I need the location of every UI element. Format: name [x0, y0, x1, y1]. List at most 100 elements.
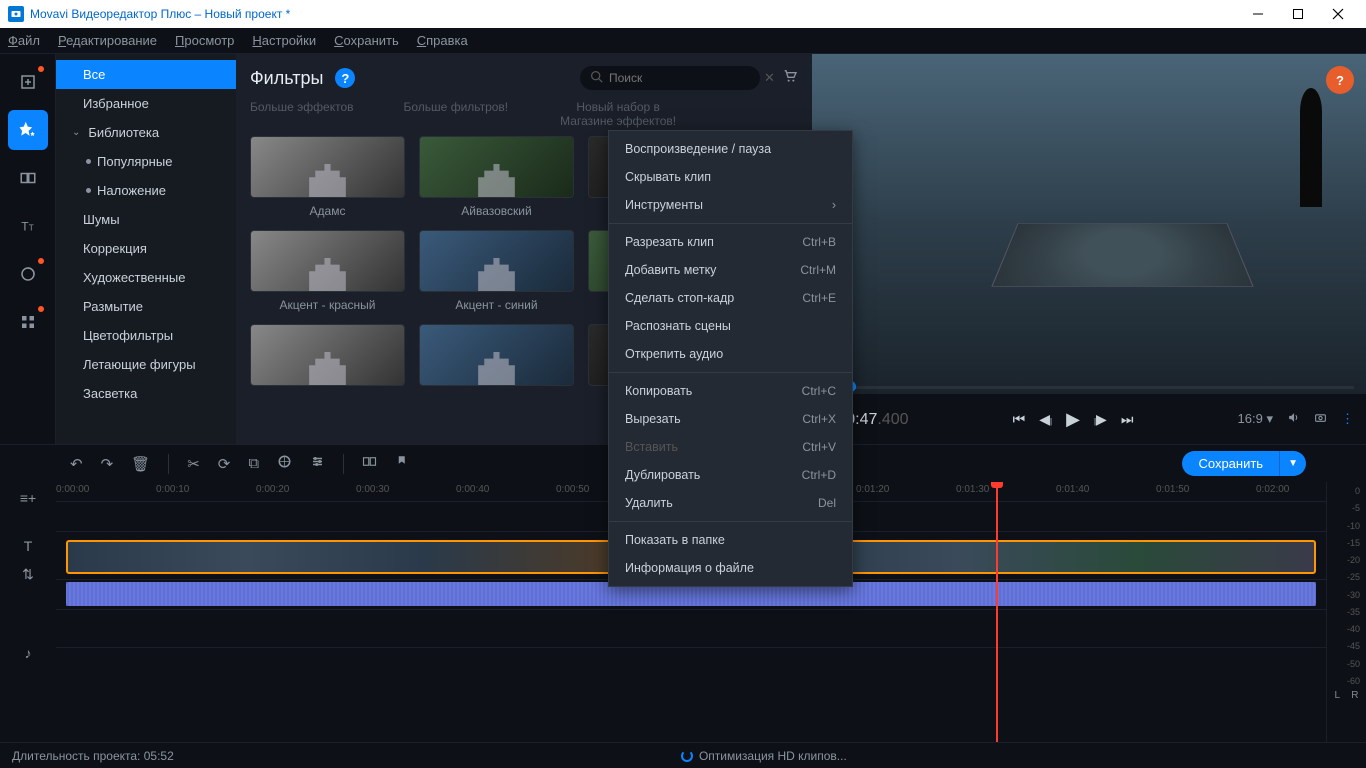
preview-video[interactable]: ? [812, 54, 1366, 394]
meter-level: -25 [1329, 572, 1360, 582]
context-menu-item[interactable]: УдалитьDel [609, 489, 852, 517]
filter-card[interactable]: Акцент - красный [250, 230, 405, 312]
category-item[interactable]: Коррекция [56, 234, 236, 263]
meter-level: -40 [1329, 624, 1360, 634]
category-item[interactable]: Все [56, 60, 236, 89]
window-close-button[interactable] [1318, 0, 1358, 28]
playhead[interactable] [996, 482, 998, 742]
undo-button[interactable]: ↶ [70, 455, 83, 473]
context-menu-item[interactable]: Скрывать клип [609, 163, 852, 191]
rail-titles-button[interactable]: TT [8, 206, 48, 246]
category-item[interactable]: ⌄Библиотека [56, 118, 236, 147]
context-menu-item[interactable]: Показать в папке [609, 526, 852, 554]
menu-item[interactable]: Справка [417, 33, 468, 48]
window-minimize-button[interactable] [1238, 0, 1278, 28]
status-message: Оптимизация HD клипов... [699, 749, 847, 763]
window-maximize-button[interactable] [1278, 0, 1318, 28]
cut-button[interactable]: ✂ [187, 455, 200, 473]
filter-card[interactable]: Акцент - синий [419, 230, 574, 312]
menu-item[interactable]: Сохранить [334, 33, 399, 48]
meter-level: -5 [1329, 503, 1360, 513]
filter-card[interactable]: Адамс [250, 136, 405, 218]
step-fwd-button[interactable]: |▶ [1094, 411, 1107, 428]
menu-item[interactable]: Просмотр [175, 33, 234, 48]
category-item[interactable]: Размытие [56, 292, 236, 321]
cart-icon[interactable] [782, 68, 798, 89]
rail-filters-button[interactable] [8, 110, 48, 150]
adjust-button[interactable] [310, 454, 325, 473]
search-box[interactable]: ✕ [580, 66, 760, 90]
rotate-button[interactable]: ⟳ [218, 455, 231, 473]
link-track-icon[interactable]: ⇅ [22, 566, 34, 583]
marker-button[interactable] [395, 454, 410, 473]
category-item[interactable]: Летающие фигуры [56, 350, 236, 379]
ruler-mark: 0:01:20 [856, 484, 889, 495]
filter-card[interactable] [419, 324, 574, 392]
prev-clip-button[interactable]: ⏮ [1013, 411, 1026, 428]
crop-button[interactable]: ⧉ [248, 455, 259, 472]
rail-more-button[interactable] [8, 302, 48, 342]
rail-stickers-button[interactable] [8, 254, 48, 294]
menu-item[interactable]: Файл [8, 33, 40, 48]
add-track-button[interactable]: ≡+ [20, 490, 36, 506]
context-menu-item[interactable]: КопироватьCtrl+C [609, 377, 852, 405]
play-button[interactable]: ▶ [1066, 409, 1080, 430]
rail-transitions-button[interactable] [8, 158, 48, 198]
context-menu-item[interactable]: ВырезатьCtrl+X [609, 405, 852, 433]
meter-level: -45 [1329, 641, 1360, 651]
context-menu-item[interactable]: Распознать сцены [609, 312, 852, 340]
meter-level: -60 [1329, 676, 1360, 686]
ruler-mark: 0:00:40 [456, 484, 489, 495]
tool-rail: TT [0, 54, 56, 444]
clear-icon[interactable]: ✕ [764, 70, 775, 86]
context-menu-item[interactable]: Информация о файле [609, 554, 852, 582]
volume-icon[interactable] [1287, 411, 1300, 427]
filter-card[interactable] [250, 324, 405, 392]
delete-button[interactable]: 🗑 [131, 455, 150, 473]
rail-import-button[interactable] [8, 62, 48, 102]
menu-item[interactable]: Настройки [252, 33, 316, 48]
context-menu-item[interactable]: Открепить аудио [609, 340, 852, 368]
category-item[interactable]: Цветофильтры [56, 321, 236, 350]
project-duration-label: Длительность проекта: 05:52 [12, 749, 174, 763]
search-input[interactable] [609, 71, 764, 85]
color-button[interactable] [277, 454, 292, 473]
meter-level: -10 [1329, 521, 1360, 531]
help-icon[interactable]: ? [335, 68, 355, 88]
context-menu-item: ВставитьCtrl+V [609, 433, 852, 461]
category-item[interactable]: Шумы [56, 205, 236, 234]
category-item[interactable]: Избранное [56, 89, 236, 118]
context-menu-item[interactable]: Воспроизведение / пауза [609, 135, 852, 163]
ruler-mark: 0:00:00 [56, 484, 89, 495]
audio-track-icon[interactable]: ♪ [25, 645, 32, 661]
transition-wizard-button[interactable] [362, 454, 377, 473]
save-button[interactable]: Сохранить [1182, 451, 1279, 476]
menu-item[interactable]: Редактирование [58, 33, 157, 48]
ruler-mark: 0:00:10 [156, 484, 189, 495]
step-back-button[interactable]: ◀| [1039, 411, 1052, 428]
context-menu-item[interactable]: Разрезать клипCtrl+B [609, 228, 852, 256]
context-menu-item[interactable]: Сделать стоп-кадрCtrl+E [609, 284, 852, 312]
titlebar: Movavi Видеоредактор Плюс – Новый проект… [0, 0, 1366, 28]
redo-button[interactable]: ↷ [101, 455, 114, 473]
context-menu-item[interactable]: Добавить меткуCtrl+M [609, 256, 852, 284]
category-item[interactable]: Художественные [56, 263, 236, 292]
ruler-mark: 0:01:30 [956, 484, 989, 495]
category-item[interactable]: Засветка [56, 379, 236, 408]
category-item[interactable]: Наложение [56, 176, 236, 205]
search-icon [590, 70, 603, 86]
text-track-icon[interactable]: T [24, 538, 33, 554]
save-dropdown-button[interactable]: ▼ [1279, 451, 1306, 476]
context-menu-item[interactable]: Инструменты› [609, 191, 852, 219]
meter-level: -20 [1329, 555, 1360, 565]
more-options-icon[interactable]: ⋮ [1341, 411, 1354, 427]
preview-help-button[interactable]: ? [1326, 66, 1354, 94]
filter-card[interactable]: Айвазовский [419, 136, 574, 218]
aspect-ratio-selector[interactable]: 16:9 ▾ [1238, 411, 1273, 427]
scrubber[interactable] [812, 380, 1366, 394]
snapshot-icon[interactable] [1314, 411, 1327, 427]
next-clip-button[interactable]: ⏭ [1121, 411, 1134, 428]
category-item[interactable]: Популярные [56, 147, 236, 176]
context-menu-item[interactable]: ДублироватьCtrl+D [609, 461, 852, 489]
meter-level: -35 [1329, 607, 1360, 617]
